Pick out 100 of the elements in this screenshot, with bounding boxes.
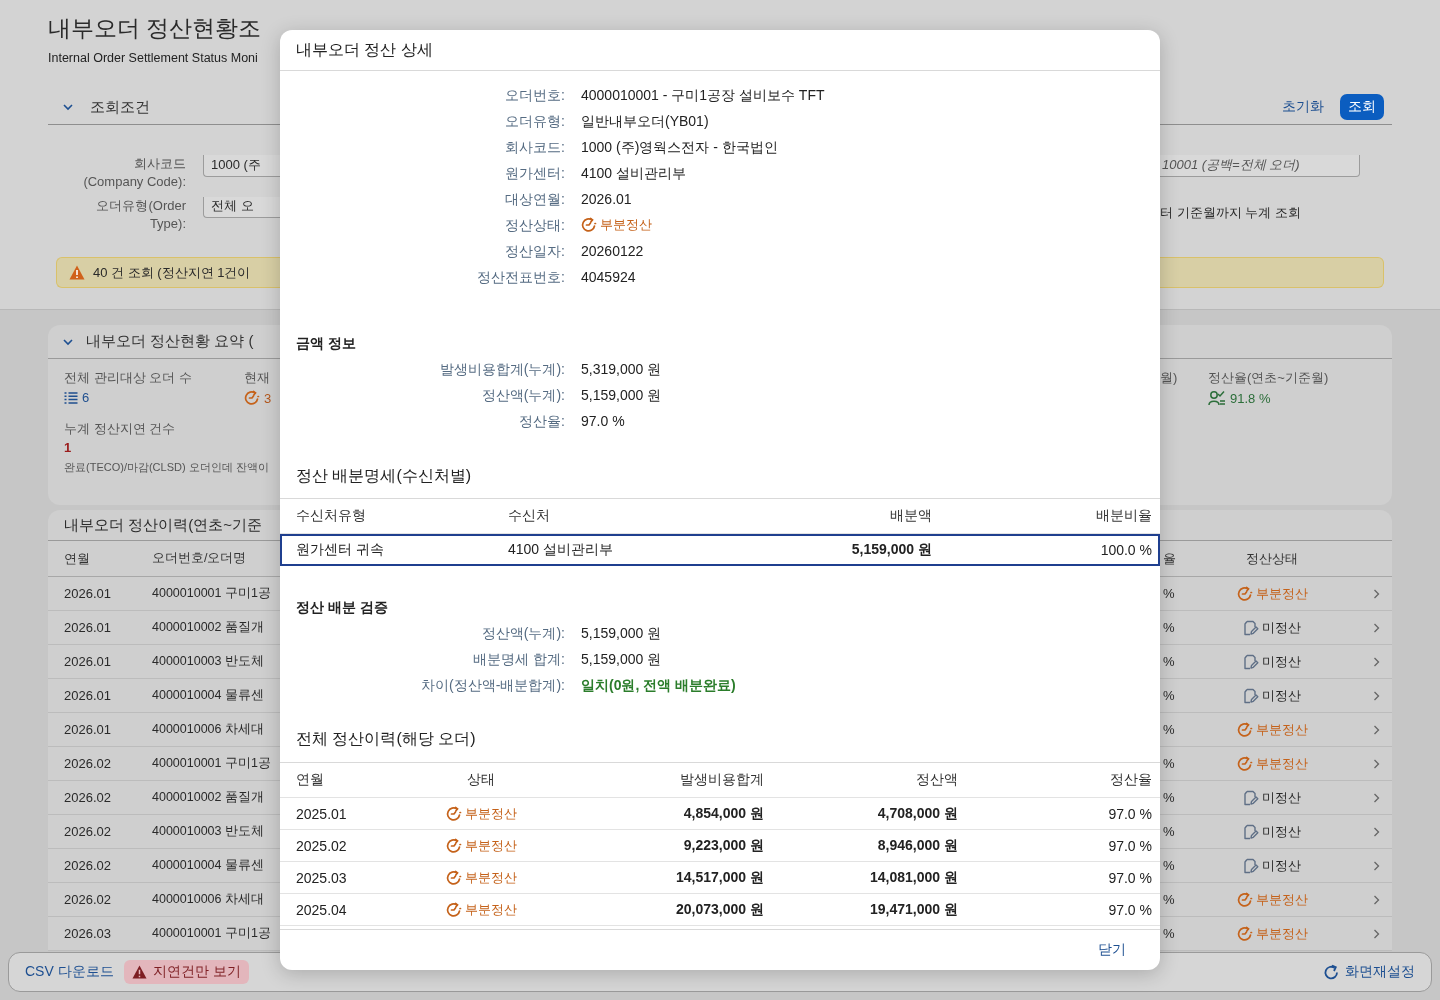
field-value: 4100 설비관리부 [581,164,688,183]
column-header: 정산상태 [1245,549,1299,568]
chevron-right-icon[interactable] [1373,622,1380,633]
table-cell-text: 2026.01 [63,654,112,669]
kpi-note: 완료(TECO)/마감(CLSD) 오더인데 잔액이 [64,460,270,475]
csv-download-button[interactable]: CSV 다운로드 [25,963,114,981]
kpi-label: 현재 [244,369,271,387]
field-label: 정산전표번호: [476,268,565,287]
table-cell-text: 14,081,000 원 [869,868,958,887]
chevron-icon[interactable] [62,101,74,113]
status-text: 미정산 [1262,788,1301,807]
chevron-right-icon[interactable] [1373,860,1380,871]
page-subtitle: Internal Order Settlement Status Moni [48,50,259,67]
period-note: 터 기준월까지 누계 조회 [1160,204,1302,222]
field-label: 회사코드 (Company Code): [82,155,187,191]
status-text: 미정산 [1262,856,1301,875]
field-label: 원가센터: [504,164,565,183]
field-value: 4045924 [581,268,637,287]
table-cell-text: 8,946,000 원 [876,836,958,855]
table-cell-text: 2026.02 [63,824,112,839]
company-code-field[interactable]: 1000 (주 [203,155,280,177]
status-text: 부분정산 [464,836,517,855]
table-cell-text: 2026.02 [63,858,112,873]
field-value: 2026.01 [581,190,633,209]
column-header: 오더번호/오더명 [152,550,247,567]
field-label: 대상연월: [504,190,565,209]
table-cell-text: 2025.04 [296,901,348,918]
table-cell-text: % [1162,892,1176,907]
status-text: 부분정산 [464,868,517,887]
field-value: 4000010001 - 구미1공장 설비보수 TFT [581,86,826,105]
field-label: 차이(정산액-배분합계): [420,676,565,695]
column-header: 정산율 [1109,771,1152,789]
field-value: 일반내부오더(YB01) [581,112,710,131]
table-cell-text: % [1162,586,1176,601]
chevron-right-icon[interactable] [1373,792,1380,803]
chevron-right-icon[interactable] [1373,656,1380,667]
section-title: 정산 배분명세(수신처별) [295,466,473,486]
table-cell: 4000010003 반도체 [152,823,264,840]
chevron-right-icon[interactable] [1373,928,1380,939]
search-button[interactable]: 조회 [1340,94,1384,120]
table-cell-text: % [1162,926,1176,941]
column-header: 배분비율 [1095,507,1152,525]
order-number-field[interactable]: 10001 (공백=전체 오더) [1160,155,1360,177]
close-button[interactable]: 닫기 [1098,941,1126,959]
column-header: 상태 [466,771,496,789]
table-cell-text: 4,708,000 원 [876,804,958,823]
field-value: 5,319,000 원 [581,360,663,379]
table-cell-text: 97.0 % [1107,901,1152,918]
table-cell-text: % [1162,790,1176,805]
chevron-right-icon[interactable] [1373,894,1380,905]
filter-header[interactable]: 조회조건 [90,97,150,117]
kpi-label: 전체 관리대상 오더 수 [64,369,193,387]
table-cell-text: % [1162,620,1176,635]
kpi-label: 정산율(연초~기준월) [1208,369,1329,387]
table-cell: 4000010004 물류센 [152,687,264,704]
field-label: 정산액(누계): [480,386,565,405]
order-type-field[interactable]: 전체 오 [203,197,280,218]
chevron-right-icon[interactable] [1373,826,1380,837]
message-text: 40 건 조회 (정산지연 1건이 [93,263,251,282]
table-cell-text: 97.0 % [1107,805,1152,822]
table-cell-text: 2026.02 [63,892,112,907]
status-text: 미정산 [1262,618,1301,637]
field-label: 정산일자: [504,242,565,261]
table-cell-text: 14,517,000 원 [675,868,764,887]
table-cell-text: % [1162,722,1176,737]
table-cell-text: % [1162,654,1176,669]
table-cell-text: 5,159,000 원 [850,541,932,559]
field-label: 발생비용합계(누계): [438,360,565,379]
column-header: 율 [1162,549,1177,568]
status-text: 부분정산 [1255,720,1308,739]
status-text: 미정산 [1262,652,1301,671]
status-text: 부분정산 [1255,890,1308,909]
dialog-title: 내부오더 정산 상세 [296,39,433,60]
status-text: 부분정산 [464,804,517,823]
column-header: 정산액 [915,771,958,789]
allocation-row[interactable]: 원가센터 귀속 4100 설비관리부 5,159,000 원 100.0 % [280,534,1160,566]
chevron-right-icon[interactable] [1373,690,1380,701]
summary-title[interactable]: 내부오더 정산현황 요약 ( [86,332,254,351]
section-title: 정산 배분 검증 [295,598,389,617]
kpi-value: 91.8 % [1230,390,1271,406]
chevron-right-icon[interactable] [1373,588,1380,599]
table-cell-text: % [1162,824,1176,839]
table-cell-text: 2025.02 [296,837,348,854]
table-cell-text: 19,471,000 원 [869,900,958,919]
field-value: 1000 (주)영웍스전자 - 한국법인 [581,138,779,157]
field-label: 회사코드: [504,138,565,157]
column-header: 연월 [63,549,91,568]
chevron-right-icon[interactable] [1373,724,1380,735]
chevron-right-icon[interactable] [1373,758,1380,769]
reset-button[interactable]: 초기화 [1282,98,1324,116]
reset-layout-button[interactable]: 화면재설정 [1323,963,1415,981]
kpi-value: 6 [82,390,90,405]
table-cell-text: 2026.01 [63,586,112,601]
delayed-only-button[interactable]: 지연건만 보기 [123,960,249,984]
table-cell: 4000010002 품질개 [152,789,264,806]
column-header: 연월 [296,771,325,789]
table-cell: 4000010001 구미1공 [152,755,271,772]
field-value: 5,159,000 원 [581,386,663,405]
kpi-value: 1 [64,439,73,457]
table-cell-text: 2026.01 [63,688,112,703]
